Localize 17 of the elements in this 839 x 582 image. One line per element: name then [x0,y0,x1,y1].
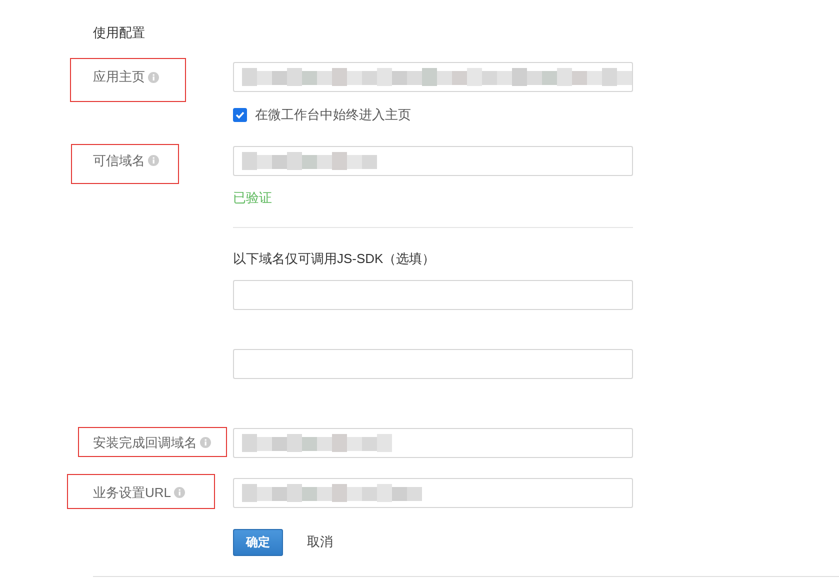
checkbox[interactable] [233,108,247,122]
field-label: 可信域名 [93,152,145,170]
text-field[interactable] [233,62,633,92]
jssdk-title: 以下域名仅可调用JS-SDK（选填） [233,250,436,268]
section-title: 使用配置 [93,24,145,42]
field-label: 安装完成回调域名 [93,434,197,452]
field-label: 应用主页 [93,68,145,86]
text-field[interactable] [233,348,633,378]
text-field[interactable] [233,478,633,508]
confirm-button[interactable]: 确定 [233,528,283,556]
text-field[interactable] [233,146,633,176]
cancel-button[interactable]: 取消 [307,532,333,552]
field-label: 业务设置URL [93,484,172,502]
text-field[interactable] [233,428,633,458]
text-field[interactable] [233,280,633,310]
checkbox-label: 在微工作台中始终进入主页 [255,106,411,124]
verified-status: 已验证 [233,188,273,206]
